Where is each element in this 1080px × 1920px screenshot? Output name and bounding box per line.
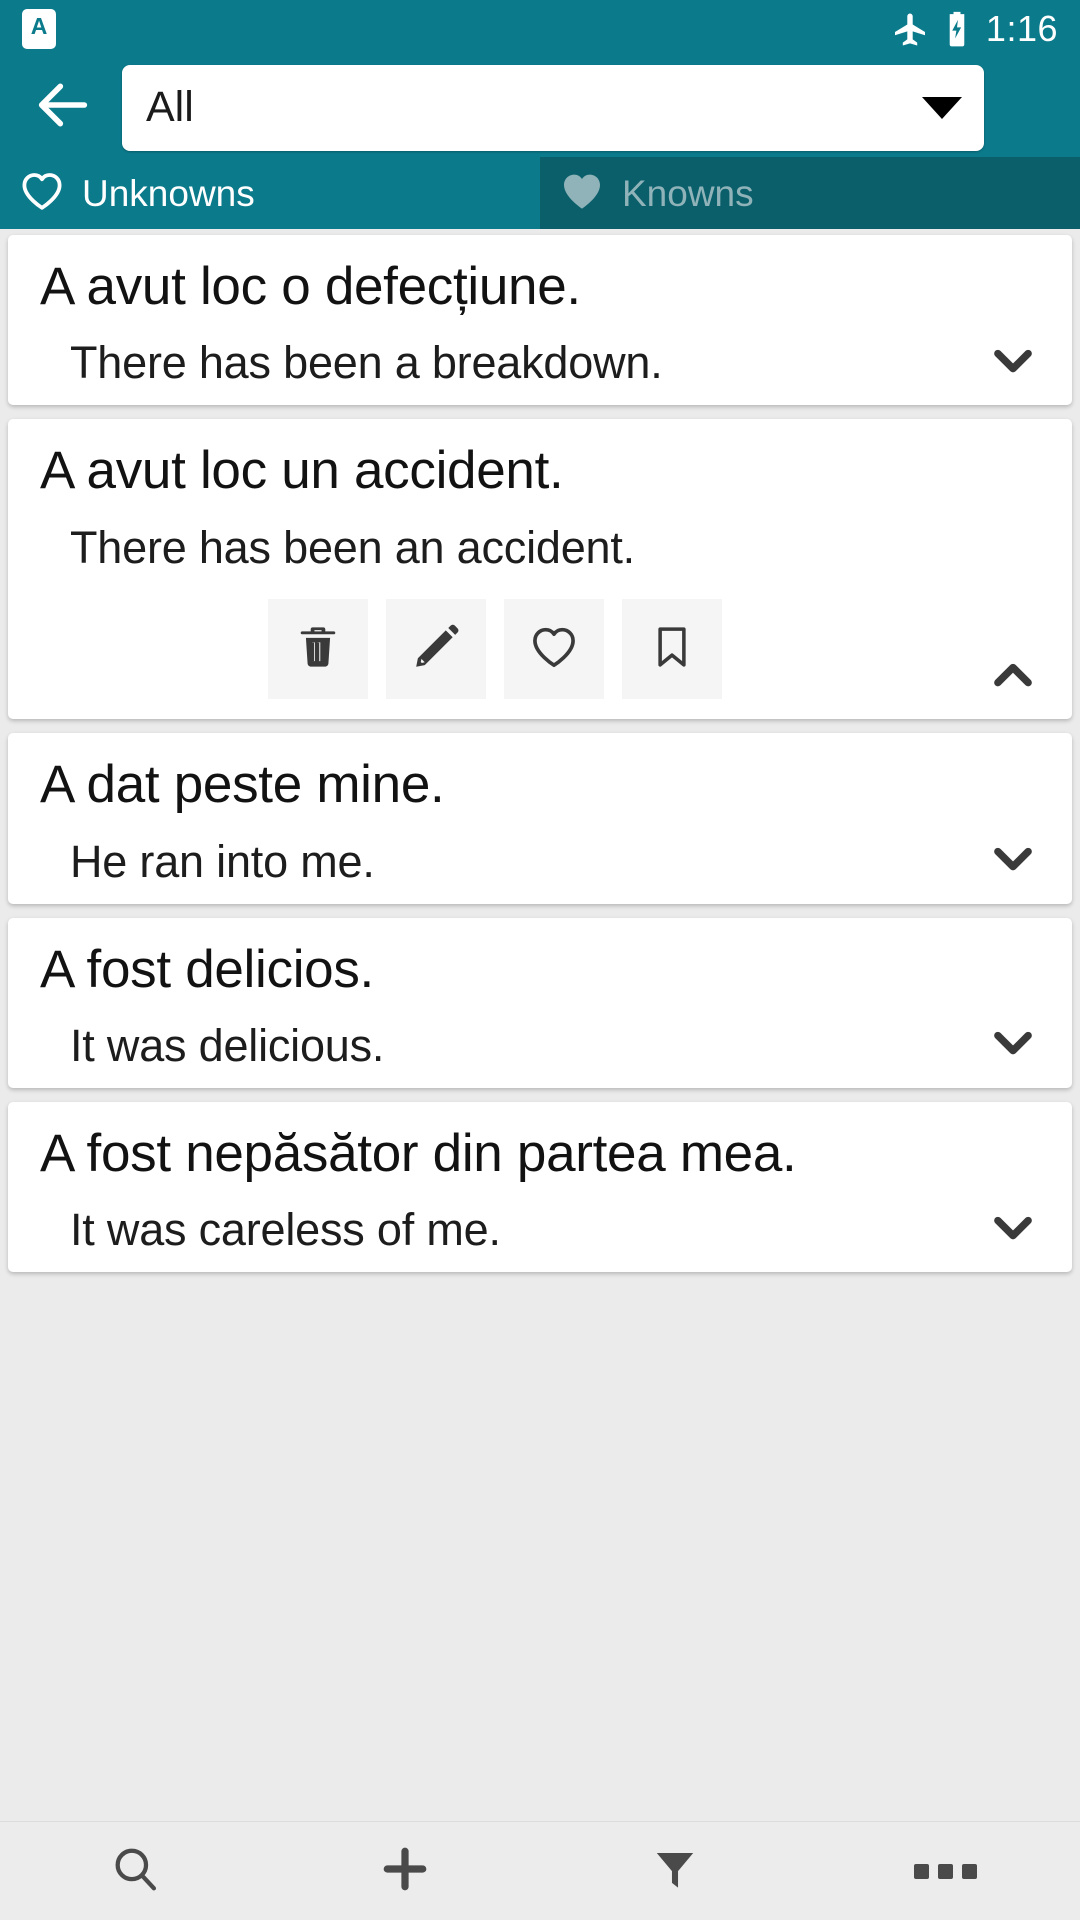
list-item[interactable]: A fost nepăsător din partea mea. It was … bbox=[8, 1101, 1072, 1273]
sentence-source-text: A avut loc o defecțiune. bbox=[40, 257, 581, 316]
sentence-source-text: A fost nepăsător din partea mea. bbox=[40, 1123, 797, 1183]
tab-knowns-label: Knowns bbox=[622, 172, 754, 214]
collapse-toggle[interactable] bbox=[984, 647, 1042, 705]
expand-toggle[interactable] bbox=[984, 832, 1042, 890]
pencil-icon bbox=[411, 622, 461, 677]
expand-toggle[interactable] bbox=[984, 333, 1042, 391]
overflow-dots-icon bbox=[913, 1863, 977, 1879]
card-action-row bbox=[32, 599, 1048, 700]
tab-unknowns-label: Unknowns bbox=[82, 172, 255, 214]
status-bar-right: 1:16 bbox=[892, 10, 1058, 48]
chevron-down-icon bbox=[987, 1201, 1039, 1258]
back-button[interactable] bbox=[20, 65, 106, 151]
filter-button[interactable] bbox=[540, 1822, 810, 1920]
favorite-button[interactable] bbox=[504, 599, 604, 700]
status-clock: 1:16 bbox=[985, 8, 1058, 49]
expand-toggle[interactable] bbox=[984, 1016, 1042, 1074]
search-icon bbox=[108, 1842, 162, 1901]
category-dropdown-value: All bbox=[146, 83, 194, 131]
sentence-translation-text: There has been a breakdown. bbox=[70, 337, 663, 389]
sentence-source-text: A fost delicios. bbox=[40, 939, 374, 999]
sentence-translation-text: There has been an accident. bbox=[70, 521, 635, 573]
bookmark-button[interactable] bbox=[622, 599, 722, 700]
chevron-down-icon bbox=[987, 1016, 1039, 1073]
list-item[interactable]: A avut loc o defecțiune. There has been … bbox=[8, 235, 1072, 406]
list-item[interactable]: A fost delicios. It was delicious. bbox=[8, 917, 1072, 1088]
heart-filled-icon bbox=[558, 167, 606, 220]
chevron-up-icon bbox=[987, 648, 1039, 705]
sentence-translation-text: It was delicious. bbox=[70, 1019, 385, 1071]
chevron-down-icon bbox=[987, 832, 1039, 889]
bookmark-outline-icon bbox=[647, 622, 697, 677]
plus-icon bbox=[377, 1841, 433, 1902]
airplane-mode-icon bbox=[892, 11, 928, 47]
heart-outline-icon bbox=[528, 621, 580, 678]
tab-bar: Unknowns Knowns bbox=[0, 157, 1080, 229]
delete-button[interactable] bbox=[268, 599, 368, 700]
battery-charging-icon bbox=[942, 10, 972, 48]
search-button[interactable] bbox=[0, 1822, 270, 1920]
app-icon-letter: A bbox=[30, 12, 48, 39]
app-notification-icon: A bbox=[22, 9, 56, 49]
trash-icon bbox=[293, 622, 343, 677]
sentence-source-text: A avut loc un accident. bbox=[40, 441, 564, 501]
sentence-translation-text: It was careless of me. bbox=[70, 1204, 501, 1256]
chevron-down-icon bbox=[987, 334, 1039, 391]
funnel-icon bbox=[649, 1843, 701, 1900]
phone-screen: A 1:16 All Unknowns Knowns A avut loc o … bbox=[0, 0, 1080, 1920]
sentence-list[interactable]: A avut loc o defecțiune. There has been … bbox=[0, 229, 1080, 1821]
status-bar: A 1:16 bbox=[0, 0, 1080, 58]
edit-button[interactable] bbox=[386, 599, 486, 700]
chevron-down-icon bbox=[922, 96, 962, 119]
tab-unknowns[interactable]: Unknowns bbox=[0, 157, 540, 229]
category-dropdown[interactable]: All bbox=[122, 64, 984, 151]
list-item[interactable]: A dat peste mine. He ran into me. bbox=[8, 733, 1072, 904]
bottom-navigation-bar bbox=[0, 1821, 1080, 1920]
more-button[interactable] bbox=[810, 1822, 1080, 1920]
tab-knowns[interactable]: Knowns bbox=[540, 157, 1080, 229]
add-button[interactable] bbox=[270, 1822, 540, 1920]
list-item-expanded[interactable]: A avut loc un accident. There has been a… bbox=[8, 419, 1072, 720]
heart-outline-icon bbox=[18, 167, 66, 220]
sentence-translation-text: He ran into me. bbox=[70, 835, 375, 887]
app-bar: All bbox=[0, 58, 1080, 157]
sentence-source-text: A dat peste mine. bbox=[40, 755, 445, 815]
arrow-left-icon bbox=[31, 73, 95, 142]
expand-toggle[interactable] bbox=[984, 1200, 1042, 1258]
